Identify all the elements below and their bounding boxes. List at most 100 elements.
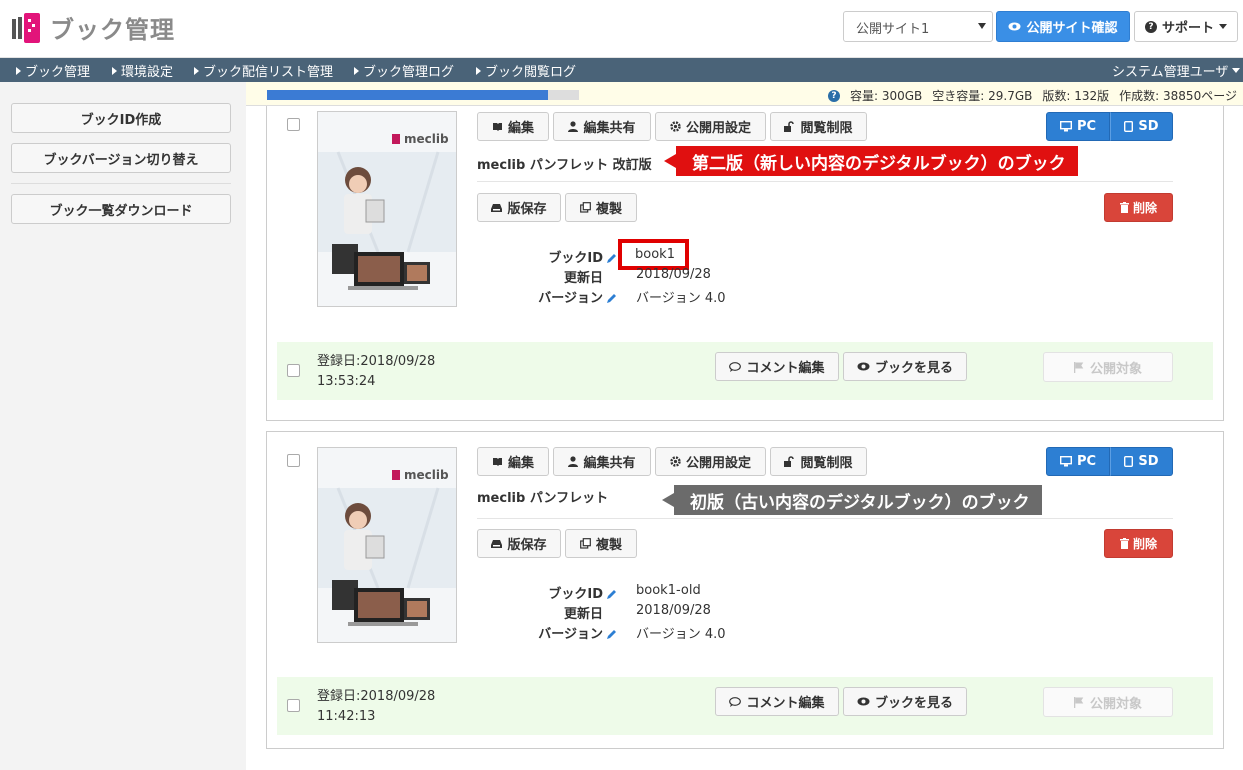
comment-edit-button[interactable]: コメント編集 bbox=[715, 352, 839, 381]
book-id-label: ブックID bbox=[527, 247, 617, 266]
book-icon bbox=[492, 122, 502, 131]
capacity-text: 容量: 300GB bbox=[850, 89, 923, 103]
app-title: ブック管理 bbox=[50, 16, 175, 44]
book-id-highlight: book1 bbox=[618, 239, 689, 270]
gear-icon bbox=[670, 456, 681, 467]
updated-value: 2018/09/28 bbox=[636, 603, 711, 618]
version-label: バージョン bbox=[527, 623, 617, 642]
book-title: meclib パンフレット bbox=[477, 491, 609, 506]
pc-button[interactable]: PC bbox=[1046, 447, 1110, 476]
switch-version-button[interactable]: ブックバージョン切り替え bbox=[11, 143, 231, 173]
divider bbox=[477, 181, 1173, 182]
publish-settings-button[interactable]: 公開用設定 bbox=[655, 112, 766, 141]
book-id-value: book1-old bbox=[636, 583, 701, 598]
view-book-button[interactable]: ブックを見る bbox=[843, 352, 967, 381]
book-cover-thumbnail[interactable]: meclib bbox=[317, 447, 457, 643]
user-menu[interactable]: システム管理ユーザ bbox=[1112, 61, 1241, 80]
comment-edit-label: コメント編集 bbox=[746, 696, 825, 711]
nav-item-management-log[interactable]: ブック管理ログ bbox=[354, 61, 454, 80]
download-list-label: ブック一覧ダウンロード bbox=[49, 203, 193, 219]
publish-target-label: 公開対象 bbox=[1089, 361, 1142, 377]
create-book-id-label: ブックID作成 bbox=[80, 112, 162, 128]
nav-label: ブック配信リスト管理 bbox=[203, 65, 334, 80]
support-button[interactable]: ? サポート bbox=[1134, 11, 1238, 42]
nav-item-view-log[interactable]: ブック閲覧ログ bbox=[476, 61, 576, 80]
save-version-label: 版保存 bbox=[507, 538, 547, 553]
triangle-right-icon bbox=[16, 66, 21, 75]
registered-info: 登録日:2018/09/28 11:42:13 bbox=[317, 687, 435, 727]
pencil-icon[interactable] bbox=[607, 293, 617, 303]
delete-button[interactable]: 削除 bbox=[1104, 193, 1173, 222]
triangle-right-icon bbox=[354, 66, 359, 75]
download-list-button[interactable]: ブック一覧ダウンロード bbox=[11, 194, 231, 224]
edit-button[interactable]: 編集 bbox=[477, 112, 549, 141]
sd-button[interactable]: SD bbox=[1110, 447, 1173, 476]
nav-item-book-management[interactable]: ブック管理 bbox=[16, 61, 90, 80]
version-label-text: バージョン bbox=[538, 291, 603, 306]
pencil-icon[interactable] bbox=[607, 629, 617, 639]
share-edit-label: 編集共有 bbox=[583, 456, 636, 471]
status-bar: ? 容量: 300GB 空き容量: 29.7GB 版数: 132版 作成数: 3… bbox=[246, 82, 1243, 106]
pencil-icon[interactable] bbox=[607, 253, 617, 263]
trash-icon bbox=[1119, 202, 1129, 213]
create-book-id-button[interactable]: ブックID作成 bbox=[11, 103, 231, 133]
book-cover-thumbnail[interactable]: meclib bbox=[317, 111, 457, 307]
cover-brand: meclib bbox=[404, 468, 449, 482]
capacity-progress-fill bbox=[267, 90, 548, 100]
desktop-icon bbox=[1059, 456, 1072, 467]
nav-item-settings[interactable]: 環境設定 bbox=[112, 61, 173, 80]
eye-icon bbox=[857, 362, 870, 371]
nav-item-distribution-list[interactable]: ブック配信リスト管理 bbox=[194, 61, 333, 80]
book-title: meclib パンフレット 改訂版 bbox=[477, 158, 652, 173]
view-book-label: ブックを見る bbox=[874, 361, 953, 376]
registered-date: 登録日:2018/09/28 bbox=[317, 354, 436, 369]
sidebar-divider bbox=[11, 183, 231, 184]
unlock-icon bbox=[784, 121, 795, 132]
sd-button[interactable]: SD bbox=[1110, 112, 1173, 141]
share-edit-button[interactable]: 編集共有 bbox=[553, 447, 651, 476]
user-icon bbox=[568, 121, 579, 132]
capacity-stats: ? 容量: 300GB 空き容量: 29.7GB 版数: 132版 作成数: 3… bbox=[828, 87, 1237, 104]
share-edit-button[interactable]: 編集共有 bbox=[553, 112, 651, 141]
free-capacity-text: 空き容量: 29.7GB bbox=[932, 89, 1033, 103]
app-logo[interactable]: ブック管理 bbox=[10, 10, 175, 45]
book-icon bbox=[492, 457, 502, 466]
pencil-icon[interactable] bbox=[607, 589, 617, 599]
gear-icon bbox=[670, 121, 681, 132]
publish-target-button[interactable]: 公開対象 bbox=[1043, 687, 1173, 717]
comment-icon bbox=[729, 361, 742, 372]
tablet-icon bbox=[1124, 456, 1134, 467]
pc-label: PC bbox=[1076, 454, 1097, 469]
save-version-button[interactable]: 版保存 bbox=[477, 529, 561, 558]
view-restrict-button[interactable]: 閲覧制限 bbox=[770, 447, 867, 476]
book-select-checkbox[interactable] bbox=[287, 118, 300, 131]
save-version-button[interactable]: 版保存 bbox=[477, 193, 561, 222]
site-select[interactable]: 公開サイト1 bbox=[843, 11, 993, 42]
view-restrict-button[interactable]: 閲覧制限 bbox=[770, 112, 867, 141]
duplicate-button[interactable]: 複製 bbox=[565, 529, 637, 558]
footer-checkbox[interactable] bbox=[287, 699, 300, 712]
callout-text: 第二版（新しい内容のデジタルブック）のブック bbox=[692, 153, 1066, 174]
site-confirm-button[interactable]: 公開サイト確認 bbox=[996, 11, 1130, 42]
duplicate-button[interactable]: 複製 bbox=[565, 193, 637, 222]
edit-button[interactable]: 編集 bbox=[477, 447, 549, 476]
switch-version-label: ブックバージョン切り替え bbox=[43, 152, 199, 168]
inbox-icon bbox=[491, 203, 503, 212]
publish-settings-button[interactable]: 公開用設定 bbox=[655, 447, 766, 476]
delete-button[interactable]: 削除 bbox=[1104, 529, 1173, 558]
sidebar: ブックID作成 ブックバージョン切り替え ブック一覧ダウンロード bbox=[0, 82, 246, 770]
footer-checkbox[interactable] bbox=[287, 364, 300, 377]
pc-button[interactable]: PC bbox=[1046, 112, 1110, 141]
duplicate-label: 複製 bbox=[595, 202, 622, 217]
help-icon[interactable]: ? bbox=[828, 89, 840, 102]
callout-arrow bbox=[664, 154, 676, 168]
flag-icon bbox=[1073, 361, 1084, 373]
publish-target-button[interactable]: 公開対象 bbox=[1043, 352, 1173, 382]
user-icon bbox=[568, 456, 579, 467]
view-book-button[interactable]: ブックを見る bbox=[843, 687, 967, 716]
nav-label: ブック管理 bbox=[25, 65, 91, 80]
book-select-checkbox[interactable] bbox=[287, 454, 300, 467]
comment-edit-button[interactable]: コメント編集 bbox=[715, 687, 839, 716]
support-label: サポート bbox=[1161, 21, 1214, 36]
book-id-label-text: ブックID bbox=[548, 587, 603, 602]
